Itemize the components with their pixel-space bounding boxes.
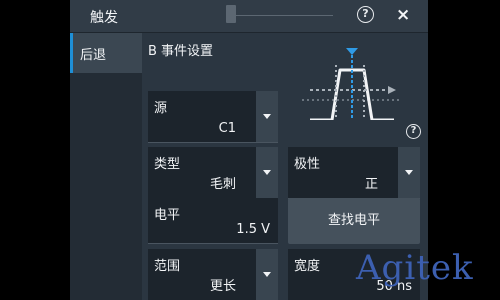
- header-slider-handle[interactable]: [226, 5, 236, 23]
- polarity-label: 极性: [294, 157, 321, 172]
- type-label: 类型: [154, 157, 181, 172]
- type-select[interactable]: 类型 毛刺: [148, 147, 278, 199]
- find-level-button[interactable]: 查找电平: [288, 198, 420, 244]
- chevron-down-icon: [263, 271, 271, 277]
- diagram-help-icon[interactable]: ?: [406, 124, 421, 139]
- help-icon[interactable]: ?: [357, 6, 374, 23]
- sidebar-active-indicator: [70, 33, 73, 73]
- chevron-down-icon: [405, 169, 413, 175]
- range-select[interactable]: 范围 更长: [148, 249, 278, 300]
- sidebar-item-back[interactable]: 后退: [70, 33, 142, 73]
- width-label: 宽度: [294, 259, 321, 274]
- trigger-position-arrow-icon: [346, 48, 358, 55]
- polarity-value: 正: [364, 177, 378, 192]
- section-title: B 事件设置: [148, 44, 214, 59]
- sidebar-item-label: 后退: [80, 48, 107, 63]
- level-label: 电平: [154, 208, 181, 223]
- source-value: C1: [218, 121, 236, 136]
- range-value: 更长: [209, 279, 236, 294]
- chevron-down-icon: [263, 113, 271, 119]
- close-icon[interactable]: ×: [396, 5, 410, 25]
- level-value: 1.5 V: [236, 222, 270, 237]
- type-value: 毛刺: [209, 177, 236, 192]
- trigger-level-arrow-icon: [388, 86, 396, 94]
- source-label: 源: [154, 101, 168, 116]
- header-slider-track[interactable]: [230, 15, 333, 16]
- type-dropdown-button[interactable]: [256, 147, 278, 198]
- watermark-logo: Agitek: [356, 248, 474, 288]
- polarity-dropdown-button[interactable]: [398, 147, 420, 198]
- dialog-title: 触发: [90, 10, 118, 26]
- polarity-select[interactable]: 极性 正: [288, 147, 420, 199]
- source-dropdown-button[interactable]: [256, 91, 278, 142]
- source-select[interactable]: 源 C1: [148, 91, 278, 143]
- level-input[interactable]: 电平 1.5 V: [148, 198, 278, 244]
- dialog-header: 触发 ? ×: [70, 0, 428, 33]
- range-label: 范围: [154, 259, 181, 274]
- chevron-down-icon: [263, 169, 271, 175]
- range-dropdown-button[interactable]: [256, 249, 278, 300]
- sidebar: 后退: [70, 33, 142, 300]
- glitch-pulse-diagram: [302, 48, 402, 120]
